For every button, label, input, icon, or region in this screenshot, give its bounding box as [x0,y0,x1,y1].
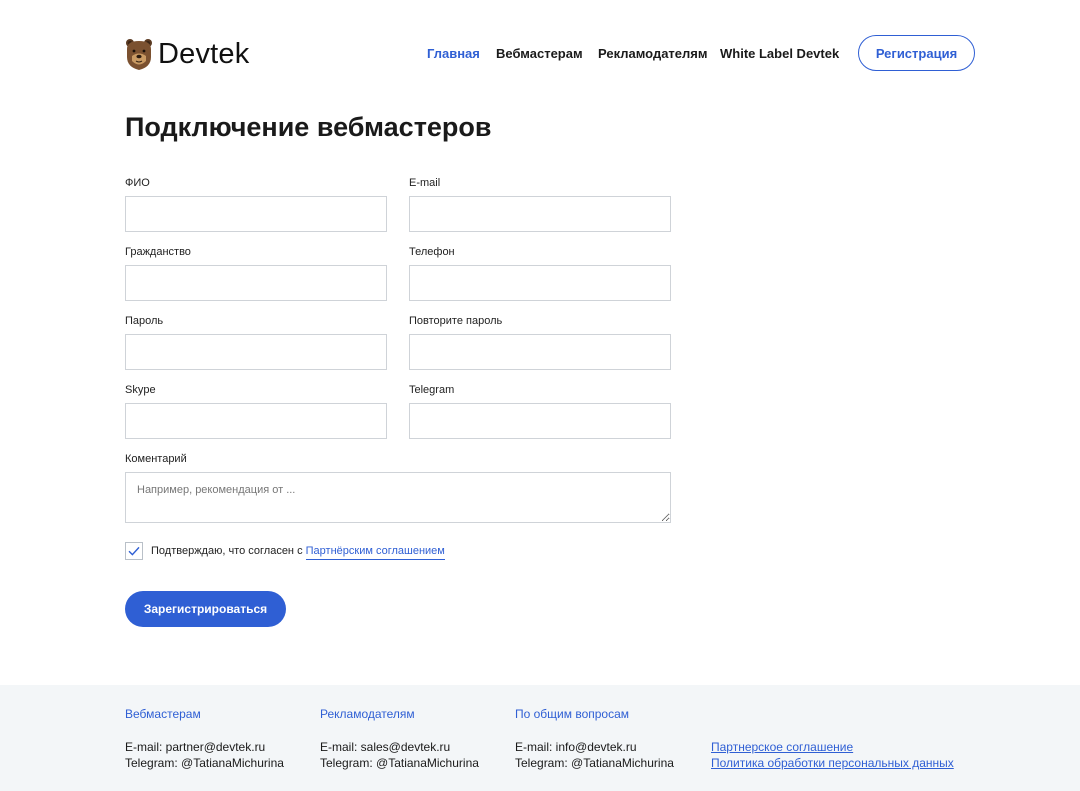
footer-heading-general: По общим вопросам [515,707,630,721]
password-input[interactable] [125,334,387,370]
citizenship-label: Гражданство [125,246,191,258]
submit-button[interactable]: Зарегистрироваться [125,591,286,627]
footer-heading-webmasters: Вебмастерам [125,707,201,721]
telegram-label: Telegram [409,384,455,396]
register-button[interactable]: Регистрация [858,35,975,71]
nav-item-white-label[interactable]: White Label Devtek [720,46,839,62]
nav-item-home[interactable]: Главная [427,46,480,62]
footer-telegram-webmasters: Telegram: @TatianaMichurina [125,756,284,770]
comment-textarea[interactable] [125,472,671,523]
agreement-checkbox[interactable] [125,542,143,560]
phone-input[interactable] [409,265,671,301]
agreement-text: Подтверждаю, что согласен с Партнёрским … [151,545,445,560]
footer-email-general: E-mail: info@devtek.ru [515,740,637,754]
fio-label: ФИО [125,177,150,189]
footer-telegram-advertisers: Telegram: @TatianaMichurina [320,756,479,770]
footer-heading-advertisers: Рекламодателям [320,707,415,721]
email-label: E-mail [409,177,441,189]
telegram-input[interactable] [409,403,671,439]
email-input[interactable] [409,196,671,232]
bear-logo-icon [126,39,152,70]
logo-text: Devtek [158,38,250,70]
agreement-link[interactable]: Партнёрским соглашением [305,545,445,560]
footer-link-privacy-policy[interactable]: Политика обработки персональных данных [711,756,954,771]
page-title: Подключение вебмастеров [125,112,492,142]
password-label: Пароль [125,315,164,327]
citizenship-input[interactable] [125,265,387,301]
footer-link-partner-agreement[interactable]: Партнерское соглашение [711,740,853,755]
logo[interactable]: Devtek [125,37,249,71]
footer-email-webmasters: E-mail: partner@devtek.ru [125,740,266,754]
repeat-password-input[interactable] [409,334,671,370]
agreement-row: Подтверждаю, что согласен с Партнёрским … [125,542,445,560]
footer-email-advertisers: E-mail: sales@devtek.ru [320,740,451,754]
checkmark-icon [128,546,140,556]
repeat-password-label: Повторите пароль [409,315,503,327]
footer-telegram-general: Telegram: @TatianaMichurina [515,756,674,770]
nav-item-advertisers[interactable]: Рекламодателям [598,46,707,62]
site-footer: Вебмастерам E-mail: partner@devtek.ru Te… [0,685,1080,791]
nav-item-webmasters[interactable]: Вебмастерам [496,46,583,62]
skype-label: Skype [125,384,156,396]
skype-input[interactable] [125,403,387,439]
fio-input[interactable] [125,196,387,232]
site-header: Devtek Главная Вебмастерам Рекламодателя… [0,0,1080,100]
agreement-label: Подтверждаю, что согласен с [151,545,303,557]
phone-label: Телефон [409,246,455,258]
comment-label: Коментарий [125,453,187,465]
